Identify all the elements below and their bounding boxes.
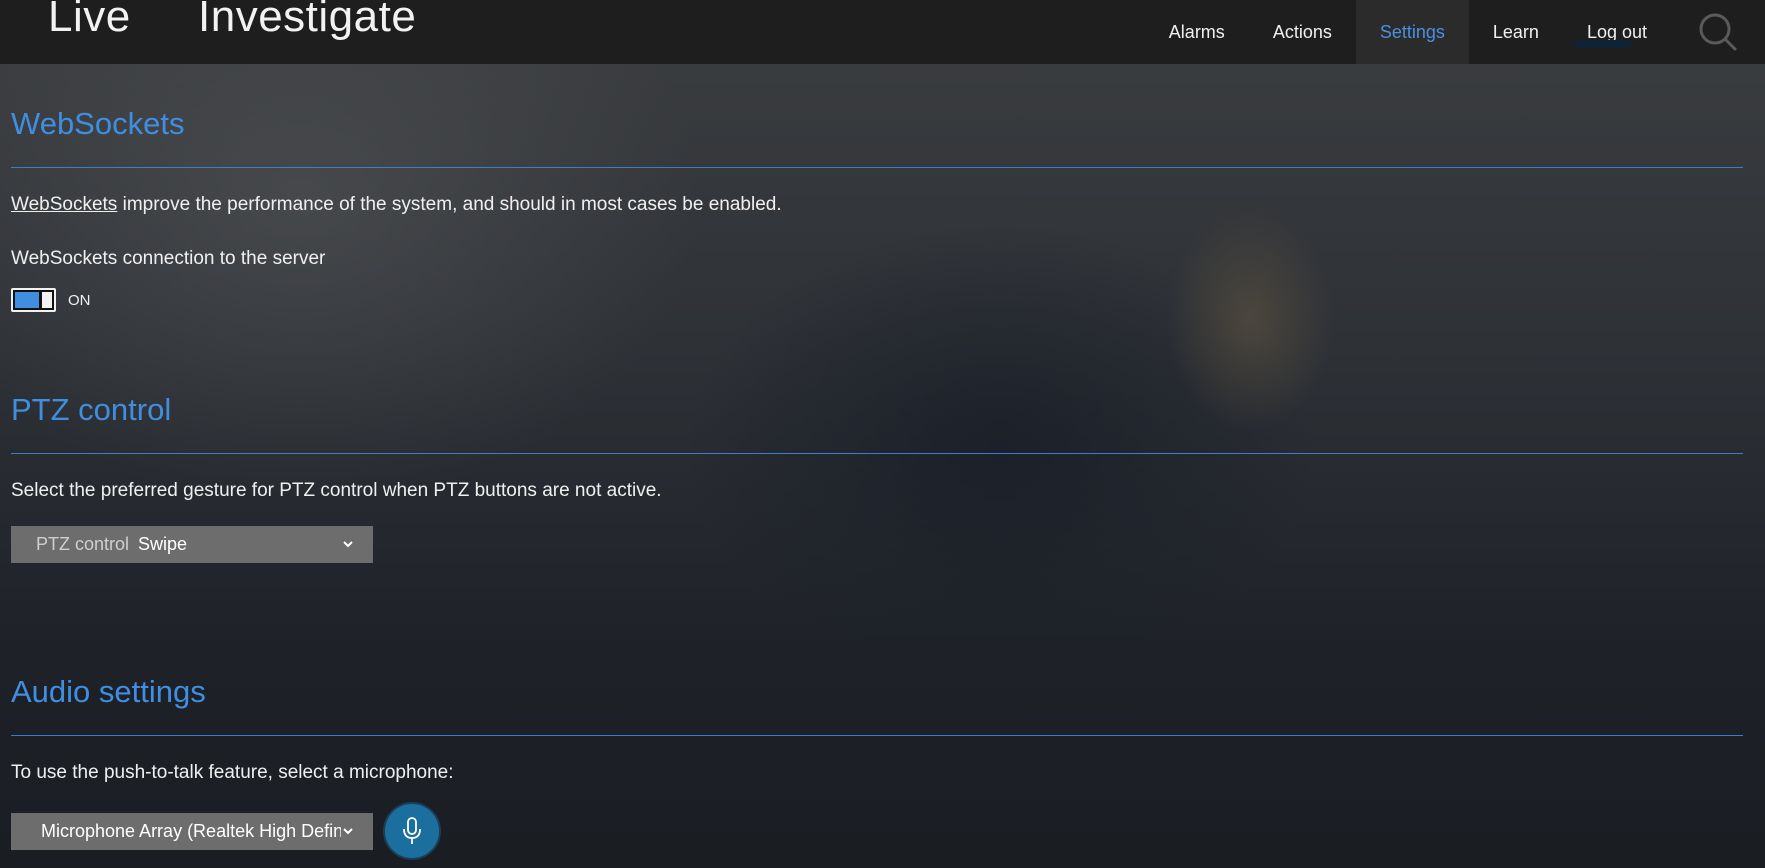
- toggle-knob: [42, 292, 52, 308]
- microphone-row: Microphone Array (Realtek High Defin...: [11, 804, 1743, 858]
- microphone-select-value: Microphone Array (Realtek High Defin...: [41, 820, 341, 841]
- microphone-select[interactable]: Microphone Array (Realtek High Defin...: [11, 812, 373, 850]
- nav-settings[interactable]: Settings: [1355, 0, 1469, 64]
- websockets-connection-label: WebSockets connection to the server: [11, 248, 326, 269]
- websockets-description: WebSockets improve the performance of th…: [11, 192, 1743, 218]
- nav-alarms[interactable]: Alarms: [1145, 0, 1249, 64]
- search-icon: [1699, 13, 1737, 51]
- audio-section-title: Audio settings: [11, 674, 206, 709]
- websockets-toggle-row: ON: [11, 288, 1743, 312]
- main-nav: Alarms Actions Settings Learn Log out: [1145, 0, 1765, 64]
- nav-live-link[interactable]: Live: [48, 0, 131, 45]
- ptz-section-title: PTZ control: [11, 392, 172, 427]
- websockets-toggle[interactable]: [11, 288, 56, 312]
- websockets-description-text: improve the performance of the system, a…: [117, 194, 782, 215]
- websockets-section-title: WebSockets: [11, 106, 185, 141]
- chevron-down-icon: [343, 541, 353, 548]
- ptz-select-value: Swipe: [138, 534, 188, 554]
- search-button[interactable]: [1671, 0, 1765, 64]
- logout-indicator: [1574, 40, 1631, 48]
- nav-logout[interactable]: Log out: [1563, 0, 1671, 64]
- nav-actions[interactable]: Actions: [1249, 0, 1356, 64]
- microphone-icon: [403, 817, 421, 844]
- websockets-link[interactable]: WebSockets: [11, 194, 117, 215]
- ptz-select-label: PTZ control: [36, 534, 130, 554]
- audio-description: To use the push-to-talk feature, select …: [11, 762, 454, 783]
- push-to-talk-button[interactable]: [385, 804, 439, 858]
- settings-content: WebSockets WebSockets improve the perfor…: [11, 64, 1743, 858]
- top-navigation-bar: Live Investigate Alarms Actions Settings…: [0, 0, 1765, 64]
- ptz-description: Select the preferred gesture for PTZ con…: [11, 480, 662, 501]
- nav-investigate-link[interactable]: Investigate: [198, 0, 416, 45]
- websockets-toggle-state: ON: [68, 291, 91, 309]
- ptz-control-select[interactable]: PTZ control Swipe: [11, 526, 373, 563]
- nav-learn[interactable]: Learn: [1469, 0, 1563, 64]
- toggle-fill: [15, 292, 39, 308]
- chevron-down-icon: [343, 827, 353, 834]
